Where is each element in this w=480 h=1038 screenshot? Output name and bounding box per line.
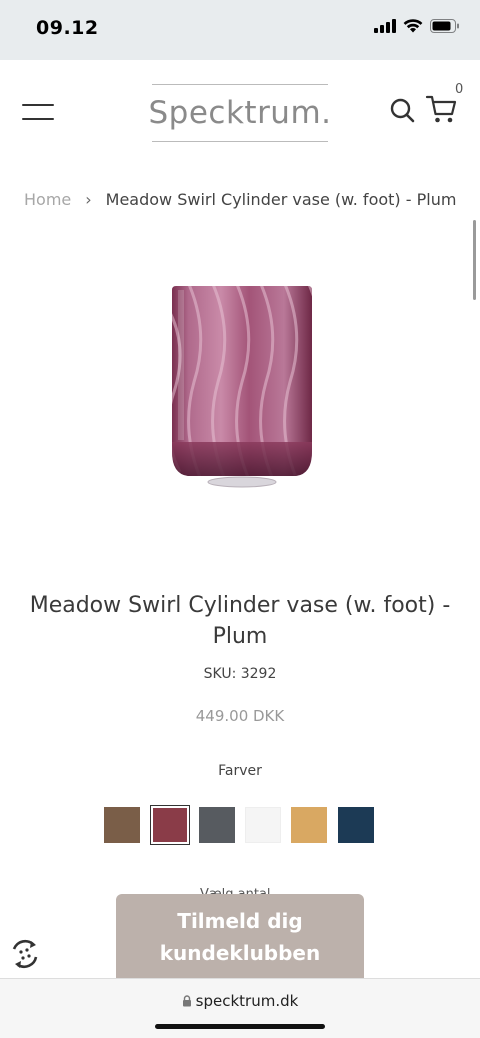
breadcrumb-separator: › xyxy=(85,190,92,209)
product-price: 449.00 DKK xyxy=(195,707,285,725)
site-logo[interactable]: Specktrum. xyxy=(148,84,331,142)
breadcrumb-home-link[interactable]: Home xyxy=(24,190,71,209)
newsletter-signup-button[interactable]: Tilmeld dig kundeklubben xyxy=(116,894,364,980)
color-swatch-plum[interactable] xyxy=(150,805,190,845)
page-scrollbar[interactable] xyxy=(473,220,476,300)
browser-address-bar: specktrum.dk xyxy=(0,978,480,1038)
swatch-fill xyxy=(104,807,140,843)
swatch-fill xyxy=(199,807,235,843)
status-bar: 09.12 xyxy=(0,0,480,60)
product-image[interactable] xyxy=(160,282,322,492)
product-sku: SKU: 3292 xyxy=(203,666,277,682)
cart-count-badge: 0 xyxy=(455,82,464,97)
cart-icon xyxy=(425,95,457,123)
search-button[interactable] xyxy=(388,96,418,126)
breadcrumb-current: Meadow Swirl Cylinder vase (w. foot) - P… xyxy=(105,190,457,209)
home-indicator[interactable] xyxy=(155,1024,325,1029)
vase-image xyxy=(172,286,312,488)
url-display[interactable]: specktrum.dk xyxy=(0,992,480,1010)
swatch-fill xyxy=(245,807,281,843)
url-text: specktrum.dk xyxy=(195,992,299,1010)
battery-icon xyxy=(430,19,459,33)
status-icons xyxy=(374,19,460,33)
swatch-fill xyxy=(153,808,187,842)
swatch-fill xyxy=(338,807,374,843)
hamburger-icon-line xyxy=(22,104,54,106)
wifi-icon xyxy=(403,19,423,33)
color-swatch-white[interactable] xyxy=(245,807,281,843)
color-swatch-amber[interactable] xyxy=(291,807,327,843)
site-header: Specktrum. 0 xyxy=(0,60,480,170)
menu-button[interactable] xyxy=(22,102,56,124)
logo-text: Specktrum. xyxy=(148,95,332,131)
color-label: Farver xyxy=(218,763,262,779)
newsletter-line-2: kundeklubben xyxy=(159,941,321,965)
breadcrumb: Home › Meadow Swirl Cylinder vase (w. fo… xyxy=(24,190,456,209)
recycle-icon xyxy=(8,937,42,971)
status-time: 09.12 xyxy=(36,17,99,39)
search-icon xyxy=(390,98,415,123)
signal-icon xyxy=(374,19,396,33)
color-swatch-brown[interactable] xyxy=(104,807,140,843)
hamburger-icon-line xyxy=(22,118,54,120)
product-title: Meadow Swirl Cylinder vase (w. foot) - P… xyxy=(29,593,451,649)
color-swatches xyxy=(104,805,376,845)
lock-icon xyxy=(182,995,191,1007)
color-swatch-grey[interactable] xyxy=(199,807,235,843)
loyalty-widget-button[interactable] xyxy=(6,935,44,973)
newsletter-line-1: Tilmeld dig xyxy=(177,909,303,933)
cart-button[interactable] xyxy=(425,93,459,125)
color-swatch-navy[interactable] xyxy=(338,807,374,843)
swatch-fill xyxy=(291,807,327,843)
